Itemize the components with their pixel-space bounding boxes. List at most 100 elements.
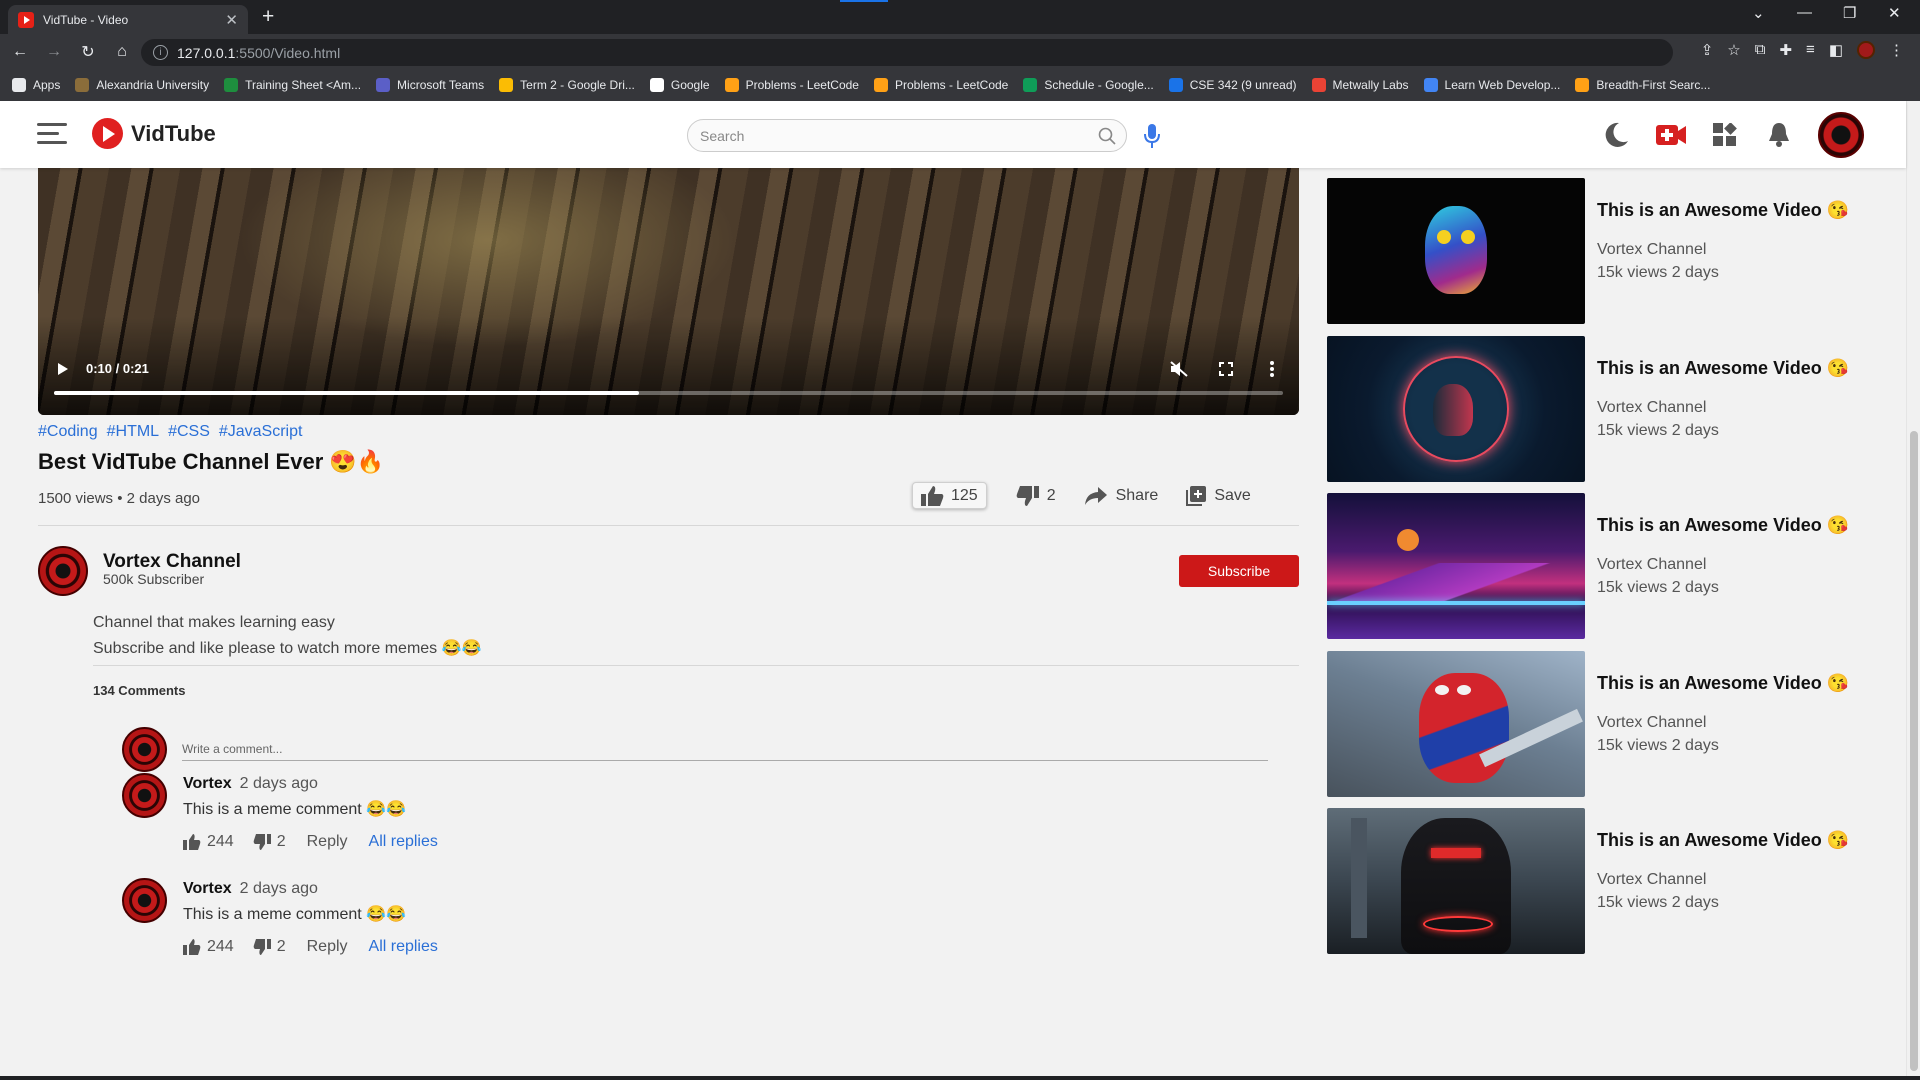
page-scrollbar[interactable] bbox=[1906, 101, 1920, 1080]
reply-button[interactable]: Reply bbox=[307, 833, 348, 851]
bookmark-star-icon[interactable]: ☆ bbox=[1727, 41, 1740, 59]
video-thumbnail[interactable] bbox=[1327, 651, 1585, 797]
browser-tab[interactable]: VidTube - Video ✕ bbox=[8, 5, 248, 34]
comment-author[interactable]: Vortex 2 days ago bbox=[183, 775, 318, 793]
video-thumbnail[interactable] bbox=[1327, 178, 1585, 324]
suggested-video-title[interactable]: This is an Awesome Video 😘 bbox=[1597, 830, 1849, 851]
subscribe-button[interactable]: Subscribe bbox=[1179, 555, 1299, 587]
bookmark-item[interactable]: Alexandria University bbox=[75, 78, 209, 92]
close-window-icon[interactable]: ✕ bbox=[1888, 4, 1901, 22]
restore-icon[interactable]: ❐ bbox=[1843, 4, 1856, 22]
video-tag-link[interactable]: #HTML bbox=[107, 423, 159, 441]
upload-video-icon[interactable] bbox=[1656, 125, 1686, 145]
suggested-video-title[interactable]: This is an Awesome Video 😘 bbox=[1597, 673, 1849, 694]
dislike-button[interactable]: 2 bbox=[1015, 485, 1056, 507]
url-field[interactable]: i 127.0.0.1:5500/Video.html bbox=[141, 39, 1673, 66]
suggested-video[interactable]: This is an Awesome Video 😘 Vortex Channel… bbox=[1327, 336, 1849, 482]
suggested-video-title[interactable]: This is an Awesome Video 😘 bbox=[1597, 515, 1849, 536]
site-info-icon[interactable]: i bbox=[153, 45, 168, 60]
tab-search-icon[interactable]: ⌄ bbox=[1752, 4, 1765, 22]
browser-profile-avatar[interactable] bbox=[1857, 41, 1875, 59]
channel-description: Channel that makes learning easy Subscri… bbox=[93, 610, 481, 662]
hamburger-menu-icon[interactable] bbox=[37, 122, 67, 146]
notifications-bell-icon[interactable] bbox=[1768, 122, 1790, 148]
user-avatar[interactable] bbox=[1818, 112, 1864, 158]
suggested-video[interactable]: This is an Awesome Video 😘 Vortex Channel… bbox=[1327, 651, 1849, 797]
video-player[interactable]: 0:10 / 0:21 bbox=[38, 168, 1299, 415]
search-input[interactable] bbox=[687, 119, 1127, 152]
side-panel-icon[interactable]: ◧ bbox=[1829, 41, 1843, 59]
search-icon[interactable] bbox=[1098, 127, 1116, 145]
bookmark-item[interactable]: Breadth-First Searc... bbox=[1575, 78, 1710, 92]
apps-grid-icon[interactable] bbox=[1713, 123, 1737, 147]
comment-author-avatar[interactable] bbox=[122, 773, 167, 818]
reading-list-icon[interactable]: ≡ bbox=[1806, 41, 1815, 59]
bookmark-item[interactable]: Apps bbox=[12, 78, 60, 92]
suggested-video[interactable]: This is an Awesome Video 😘 Vortex Channel… bbox=[1327, 178, 1849, 324]
channel-avatar[interactable] bbox=[38, 546, 88, 596]
bookmark-favicon-icon bbox=[376, 78, 391, 92]
like-button[interactable]: 125 bbox=[912, 482, 987, 509]
reload-icon[interactable]: ↻ bbox=[74, 38, 102, 66]
dark-mode-moon-icon[interactable] bbox=[1603, 121, 1629, 149]
comment-input[interactable] bbox=[182, 737, 1268, 761]
video-tag-link[interactable]: #JavaScript bbox=[219, 423, 303, 441]
browser-menu-icon[interactable]: ⋮ bbox=[1889, 41, 1904, 59]
video-tag-link[interactable]: #CSS bbox=[168, 423, 210, 441]
bookmark-item[interactable]: Problems - LeetCode bbox=[724, 78, 859, 92]
bookmark-item[interactable]: Schedule - Google... bbox=[1023, 78, 1154, 92]
extensions-icon[interactable]: ✚ bbox=[1779, 41, 1792, 59]
play-icon[interactable] bbox=[57, 362, 69, 376]
all-replies-link[interactable]: All replies bbox=[369, 938, 438, 956]
bookmark-item[interactable]: Metwally Labs bbox=[1311, 78, 1409, 92]
bookmark-item[interactable]: Learn Web Develop... bbox=[1423, 78, 1560, 92]
bookmark-item[interactable]: Training Sheet <Am... bbox=[224, 78, 361, 92]
comment-like-button[interactable]: 244 bbox=[183, 938, 234, 956]
fullscreen-icon[interactable] bbox=[1219, 362, 1233, 376]
video-tag-link[interactable]: #Coding bbox=[38, 423, 98, 441]
comment-author-name: Vortex bbox=[183, 880, 232, 897]
translate-icon[interactable]: ⧉ bbox=[1755, 41, 1766, 59]
bookmark-item[interactable]: Term 2 - Google Dri... bbox=[499, 78, 635, 92]
bookmark-item[interactable]: Google bbox=[649, 78, 710, 92]
suggested-video-title[interactable]: This is an Awesome Video 😘 bbox=[1597, 358, 1849, 379]
new-tab-icon[interactable]: + bbox=[262, 5, 274, 29]
suggested-video-title[interactable]: This is an Awesome Video 😘 bbox=[1597, 200, 1849, 221]
comment-dislike-count: 2 bbox=[276, 833, 286, 850]
scrollbar-thumb[interactable] bbox=[1910, 431, 1918, 1071]
comment-dislike-button[interactable]: 2 bbox=[253, 938, 286, 956]
comment-dislike-button[interactable]: 2 bbox=[253, 833, 286, 851]
video-thumbnail[interactable] bbox=[1327, 808, 1585, 954]
close-tab-icon[interactable]: ✕ bbox=[225, 11, 238, 29]
share-button[interactable]: Share bbox=[1084, 486, 1158, 506]
comment-time: 2 days ago bbox=[239, 880, 318, 897]
back-icon[interactable]: ← bbox=[6, 38, 34, 66]
share-page-icon[interactable]: ⇪ bbox=[1701, 41, 1714, 59]
comment-like-button[interactable]: 244 bbox=[183, 833, 234, 851]
video-thumbnail[interactable] bbox=[1327, 336, 1585, 482]
bookmark-favicon-icon bbox=[1311, 78, 1326, 92]
bookmark-item[interactable]: Microsoft Teams bbox=[376, 78, 484, 92]
bookmarks-bar: Apps Alexandria University Training Sheet … bbox=[0, 69, 1920, 101]
save-button[interactable]: Save bbox=[1186, 485, 1251, 506]
bookmark-item[interactable]: CSE 342 (9 unread) bbox=[1168, 78, 1297, 92]
comment-author[interactable]: Vortex 2 days ago bbox=[183, 880, 318, 898]
vidtube-logo[interactable]: VidTube bbox=[92, 118, 216, 149]
video-progress-bar[interactable] bbox=[54, 391, 1283, 395]
all-replies-link[interactable]: All replies bbox=[369, 833, 438, 851]
muted-volume-icon[interactable] bbox=[1170, 361, 1188, 377]
more-options-icon[interactable] bbox=[1270, 361, 1274, 377]
url-path: :5500/Video.html bbox=[235, 44, 341, 61]
video-thumbnail[interactable] bbox=[1327, 493, 1585, 639]
thumbs-up-icon bbox=[921, 485, 944, 506]
minimize-icon[interactable]: — bbox=[1797, 4, 1812, 21]
suggested-video[interactable]: This is an Awesome Video 😘 Vortex Channel… bbox=[1327, 493, 1849, 639]
forward-icon[interactable]: → bbox=[40, 38, 68, 66]
bookmark-item[interactable]: Problems - LeetCode bbox=[873, 78, 1008, 92]
reply-button[interactable]: Reply bbox=[307, 938, 348, 956]
channel-name[interactable]: Vortex Channel bbox=[103, 551, 241, 573]
suggested-video[interactable]: This is an Awesome Video 😘 Vortex Channel… bbox=[1327, 808, 1849, 954]
microphone-icon[interactable] bbox=[1143, 123, 1161, 149]
home-icon[interactable]: ⌂ bbox=[108, 38, 136, 66]
comment-author-avatar[interactable] bbox=[122, 878, 167, 923]
